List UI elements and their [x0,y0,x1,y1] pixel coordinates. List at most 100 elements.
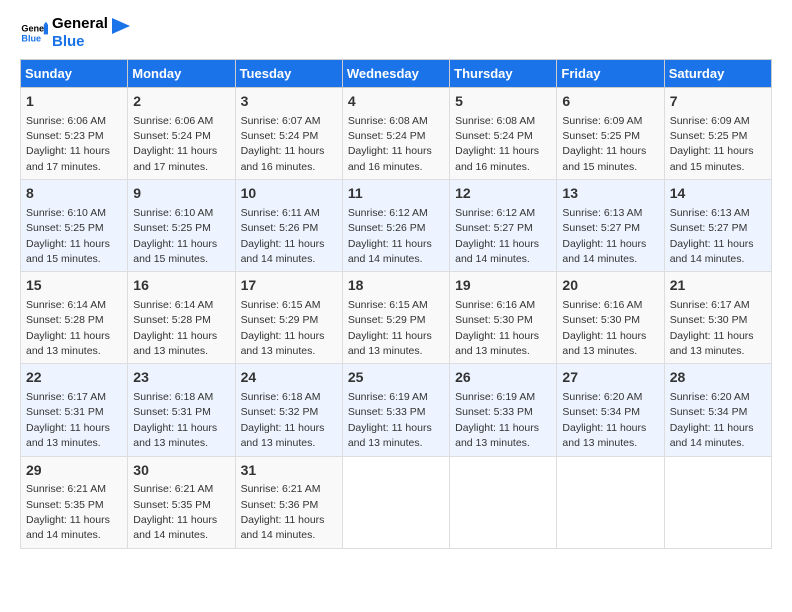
sunset-text: Sunset: 5:33 PM [455,406,533,418]
calendar-cell: 5 Sunrise: 6:08 AM Sunset: 5:24 PM Dayli… [450,88,557,180]
calendar-table: SundayMondayTuesdayWednesdayThursdayFrid… [20,59,772,549]
sunset-text: Sunset: 5:33 PM [348,406,426,418]
sunrise-text: Sunrise: 6:17 AM [670,299,750,311]
sunrise-text: Sunrise: 6:06 AM [26,115,106,127]
calendar-cell: 3 Sunrise: 6:07 AM Sunset: 5:24 PM Dayli… [235,88,342,180]
calendar-cell: 8 Sunrise: 6:10 AM Sunset: 5:25 PM Dayli… [21,180,128,272]
day-number: 11 [348,184,444,204]
day-number: 13 [562,184,658,204]
day-number: 16 [133,276,229,296]
calendar-cell: 25 Sunrise: 6:19 AM Sunset: 5:33 PM Dayl… [342,364,449,456]
calendar-cell: 31 Sunrise: 6:21 AM Sunset: 5:36 PM Dayl… [235,456,342,548]
calendar-cell [557,456,664,548]
sunrise-text: Sunrise: 6:17 AM [26,391,106,403]
day-number: 30 [133,461,229,481]
day-number: 29 [26,461,122,481]
sunset-text: Sunset: 5:25 PM [670,130,748,142]
daylight-text: Daylight: 11 hours and 13 minutes. [26,422,110,449]
daylight-text: Daylight: 11 hours and 13 minutes. [670,330,754,357]
sunrise-text: Sunrise: 6:09 AM [562,115,642,127]
daylight-text: Daylight: 11 hours and 13 minutes. [133,422,217,449]
sunset-text: Sunset: 5:30 PM [670,314,748,326]
sunrise-text: Sunrise: 6:16 AM [455,299,535,311]
column-header-wednesday: Wednesday [342,60,449,88]
page-header: General Blue General Blue [20,15,772,51]
daylight-text: Daylight: 11 hours and 14 minutes. [241,514,325,541]
column-header-friday: Friday [557,60,664,88]
sunset-text: Sunset: 5:23 PM [26,130,104,142]
sunset-text: Sunset: 5:30 PM [455,314,533,326]
sunset-text: Sunset: 5:25 PM [26,222,104,234]
sunset-text: Sunset: 5:28 PM [26,314,104,326]
day-number: 18 [348,276,444,296]
calendar-cell: 9 Sunrise: 6:10 AM Sunset: 5:25 PM Dayli… [128,180,235,272]
column-header-sunday: Sunday [21,60,128,88]
sunset-text: Sunset: 5:31 PM [133,406,211,418]
sunrise-text: Sunrise: 6:07 AM [241,115,321,127]
sunset-text: Sunset: 5:26 PM [241,222,319,234]
day-number: 17 [241,276,337,296]
sunset-text: Sunset: 5:27 PM [670,222,748,234]
day-number: 10 [241,184,337,204]
sunset-text: Sunset: 5:35 PM [26,499,104,511]
daylight-text: Daylight: 11 hours and 17 minutes. [26,145,110,172]
daylight-text: Daylight: 11 hours and 13 minutes. [455,422,539,449]
calendar-week-row: 29 Sunrise: 6:21 AM Sunset: 5:35 PM Dayl… [21,456,772,548]
day-number: 21 [670,276,766,296]
column-header-thursday: Thursday [450,60,557,88]
sunrise-text: Sunrise: 6:14 AM [133,299,213,311]
sunrise-text: Sunrise: 6:13 AM [562,207,642,219]
daylight-text: Daylight: 11 hours and 13 minutes. [455,330,539,357]
daylight-text: Daylight: 11 hours and 13 minutes. [348,422,432,449]
sunset-text: Sunset: 5:29 PM [348,314,426,326]
sunset-text: Sunset: 5:31 PM [26,406,104,418]
sunset-text: Sunset: 5:28 PM [133,314,211,326]
logo: General Blue General Blue [20,15,130,51]
day-number: 12 [455,184,551,204]
daylight-text: Daylight: 11 hours and 15 minutes. [26,238,110,265]
calendar-cell: 27 Sunrise: 6:20 AM Sunset: 5:34 PM Dayl… [557,364,664,456]
calendar-cell [342,456,449,548]
sunrise-text: Sunrise: 6:16 AM [562,299,642,311]
calendar-cell: 24 Sunrise: 6:18 AM Sunset: 5:32 PM Dayl… [235,364,342,456]
calendar-cell: 4 Sunrise: 6:08 AM Sunset: 5:24 PM Dayli… [342,88,449,180]
day-number: 20 [562,276,658,296]
sunrise-text: Sunrise: 6:06 AM [133,115,213,127]
sunset-text: Sunset: 5:27 PM [455,222,533,234]
calendar-week-row: 8 Sunrise: 6:10 AM Sunset: 5:25 PM Dayli… [21,180,772,272]
daylight-text: Daylight: 11 hours and 13 minutes. [133,330,217,357]
day-number: 15 [26,276,122,296]
daylight-text: Daylight: 11 hours and 13 minutes. [241,422,325,449]
day-number: 5 [455,92,551,112]
sunrise-text: Sunrise: 6:21 AM [241,483,321,495]
calendar-week-row: 22 Sunrise: 6:17 AM Sunset: 5:31 PM Dayl… [21,364,772,456]
sunrise-text: Sunrise: 6:20 AM [670,391,750,403]
daylight-text: Daylight: 11 hours and 13 minutes. [348,330,432,357]
calendar-cell: 26 Sunrise: 6:19 AM Sunset: 5:33 PM Dayl… [450,364,557,456]
calendar-cell: 6 Sunrise: 6:09 AM Sunset: 5:25 PM Dayli… [557,88,664,180]
calendar-cell: 23 Sunrise: 6:18 AM Sunset: 5:31 PM Dayl… [128,364,235,456]
calendar-week-row: 15 Sunrise: 6:14 AM Sunset: 5:28 PM Dayl… [21,272,772,364]
daylight-text: Daylight: 11 hours and 17 minutes. [133,145,217,172]
sunrise-text: Sunrise: 6:15 AM [348,299,428,311]
daylight-text: Daylight: 11 hours and 16 minutes. [455,145,539,172]
calendar-cell: 19 Sunrise: 6:16 AM Sunset: 5:30 PM Dayl… [450,272,557,364]
daylight-text: Daylight: 11 hours and 13 minutes. [241,330,325,357]
day-number: 22 [26,368,122,388]
day-number: 4 [348,92,444,112]
sunrise-text: Sunrise: 6:21 AM [26,483,106,495]
day-number: 19 [455,276,551,296]
column-header-tuesday: Tuesday [235,60,342,88]
logo-icon: General Blue [20,19,48,47]
day-number: 24 [241,368,337,388]
calendar-cell: 29 Sunrise: 6:21 AM Sunset: 5:35 PM Dayl… [21,456,128,548]
sunrise-text: Sunrise: 6:20 AM [562,391,642,403]
day-number: 31 [241,461,337,481]
sunset-text: Sunset: 5:34 PM [670,406,748,418]
calendar-cell: 2 Sunrise: 6:06 AM Sunset: 5:24 PM Dayli… [128,88,235,180]
sunset-text: Sunset: 5:25 PM [133,222,211,234]
daylight-text: Daylight: 11 hours and 14 minutes. [562,238,646,265]
sunset-text: Sunset: 5:36 PM [241,499,319,511]
calendar-cell: 20 Sunrise: 6:16 AM Sunset: 5:30 PM Dayl… [557,272,664,364]
sunset-text: Sunset: 5:24 PM [241,130,319,142]
